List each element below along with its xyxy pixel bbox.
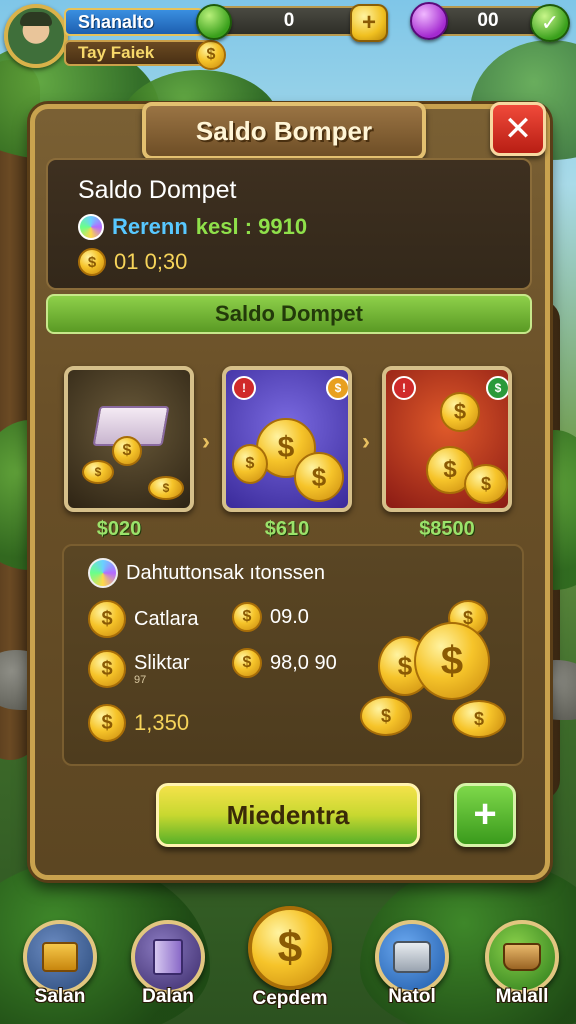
reward-value: kesl : 9910 <box>195 214 308 239</box>
balance-value: 01 0;30 <box>114 249 188 274</box>
info-heading: Saldo Dompet <box>78 176 237 204</box>
coin-icon: $ <box>82 460 114 484</box>
stats-heading-row: Dahtuttonsak ıtonssen <box>88 558 325 588</box>
confirm-check-button[interactable]: ✓ <box>530 4 570 42</box>
coin-icon: $ <box>88 704 126 742</box>
treasure-box-icon <box>23 920 97 994</box>
coin-icon: $ <box>112 436 142 466</box>
stat-row-1-value: $ 09.0 <box>232 602 309 632</box>
player-tag: Tay Faiek <box>64 40 214 66</box>
stat-row-1: $ Catlara <box>88 600 198 638</box>
red-badge-icon: ! <box>392 376 416 400</box>
green-badge-icon: $ <box>486 376 508 400</box>
stat-row2-label: Sliktar <box>134 651 190 674</box>
coin-icon: $ <box>148 476 184 500</box>
stat-row-2-value: $ 98,0 90 <box>232 648 337 678</box>
coin-icon: $ <box>88 600 126 638</box>
reward-row: Rerenn kesl : 9910 <box>78 214 307 240</box>
stat-row-3: $ 1,350 <box>88 704 189 742</box>
coin-icon: $ <box>452 700 506 738</box>
stat-row2-sub: 97 <box>134 673 147 686</box>
coin-badge-icon: $ <box>326 376 348 400</box>
pack-card-2[interactable]: ! $ $ $ $ <box>222 366 352 512</box>
resource-1-value: 0 <box>283 10 295 31</box>
arrow-right-icon: › <box>362 428 370 455</box>
stat-row3-value: 1,350 <box>134 710 190 735</box>
nav-label: Salan <box>34 986 86 1007</box>
pack-price-2: $610 <box>264 518 310 540</box>
reward-label: Rerenn <box>112 214 188 239</box>
nav-label: Malall <box>495 986 549 1007</box>
coin-icon: $ <box>196 40 226 70</box>
pack-price-3: $8500 <box>419 518 475 540</box>
stat-row1-value: 09.0 <box>270 605 309 628</box>
add-resource-button[interactable]: + <box>350 4 388 42</box>
purple-gem-icon <box>410 2 448 40</box>
coin-icon: $ <box>414 622 490 700</box>
coin-icon: $ <box>440 392 480 432</box>
stat-row2-value: 98,0 90 <box>270 651 337 674</box>
section-banner: Saldo Dompet <box>46 294 532 334</box>
resource-2-value: 00 <box>477 10 499 31</box>
nav-label: Cepdem <box>252 988 328 1009</box>
coin-icon: $ <box>232 444 268 484</box>
close-button[interactable]: ✕ <box>490 102 546 156</box>
player-name: Shanalto <box>64 8 204 36</box>
gem-icon <box>78 214 104 240</box>
coin-icon: $ <box>232 648 262 678</box>
top-hud: Shanalto Tay Faiek $ 0 + 00 ✓ <box>0 0 576 80</box>
nav-item-natol[interactable]: Natol <box>364 920 460 1020</box>
nav-item-cepdem[interactable]: $ Cepdem <box>240 906 340 1009</box>
panel-title: Saldo Bomper <box>142 102 426 160</box>
coin-icon: $ <box>232 602 262 632</box>
safe-icon <box>375 920 449 994</box>
coin-icon: $ <box>360 696 412 736</box>
scroll-icon <box>131 920 205 994</box>
stats-heading: Dahtuttonsak ıtonssen <box>126 561 326 584</box>
orb-icon <box>88 558 118 588</box>
balance-row: $ 01 0;30 <box>78 248 187 276</box>
nav-item-dalan[interactable]: Dalan <box>120 920 216 1020</box>
nav-label: Dalan <box>142 986 194 1007</box>
pack-card-3[interactable]: ! $ $ $ $ <box>382 366 512 512</box>
resource-bar-1: 0 <box>214 6 364 36</box>
green-gem-icon <box>196 4 232 40</box>
stat-row1-label: Catlara <box>134 607 199 630</box>
nav-item-salan[interactable]: Salan <box>12 920 108 1020</box>
dollar-coin-icon: $ <box>248 906 332 990</box>
stat-row-2: $ Sliktar 97 <box>88 650 190 688</box>
pack-card-1[interactable]: $ $ $ <box>64 366 194 512</box>
nav-label: Natol <box>388 986 436 1007</box>
add-button[interactable]: + <box>454 783 516 847</box>
coin-icon: $ <box>88 650 126 688</box>
wallet-info-box: Saldo Dompet Rerenn kesl : 9910 $ 01 0;3… <box>46 158 532 290</box>
primary-action-button[interactable]: Miedentra <box>156 783 420 847</box>
red-badge-icon: ! <box>232 376 256 400</box>
basket-icon <box>485 920 559 994</box>
coin-icon: $ <box>464 464 508 504</box>
pack-price-1: $020 <box>96 518 142 540</box>
arrow-right-icon: › <box>202 428 210 455</box>
player-avatar[interactable] <box>4 4 68 68</box>
coin-icon: $ <box>78 248 106 276</box>
coin-icon: $ <box>294 452 344 502</box>
nav-item-malall[interactable]: Malall <box>474 920 570 1020</box>
